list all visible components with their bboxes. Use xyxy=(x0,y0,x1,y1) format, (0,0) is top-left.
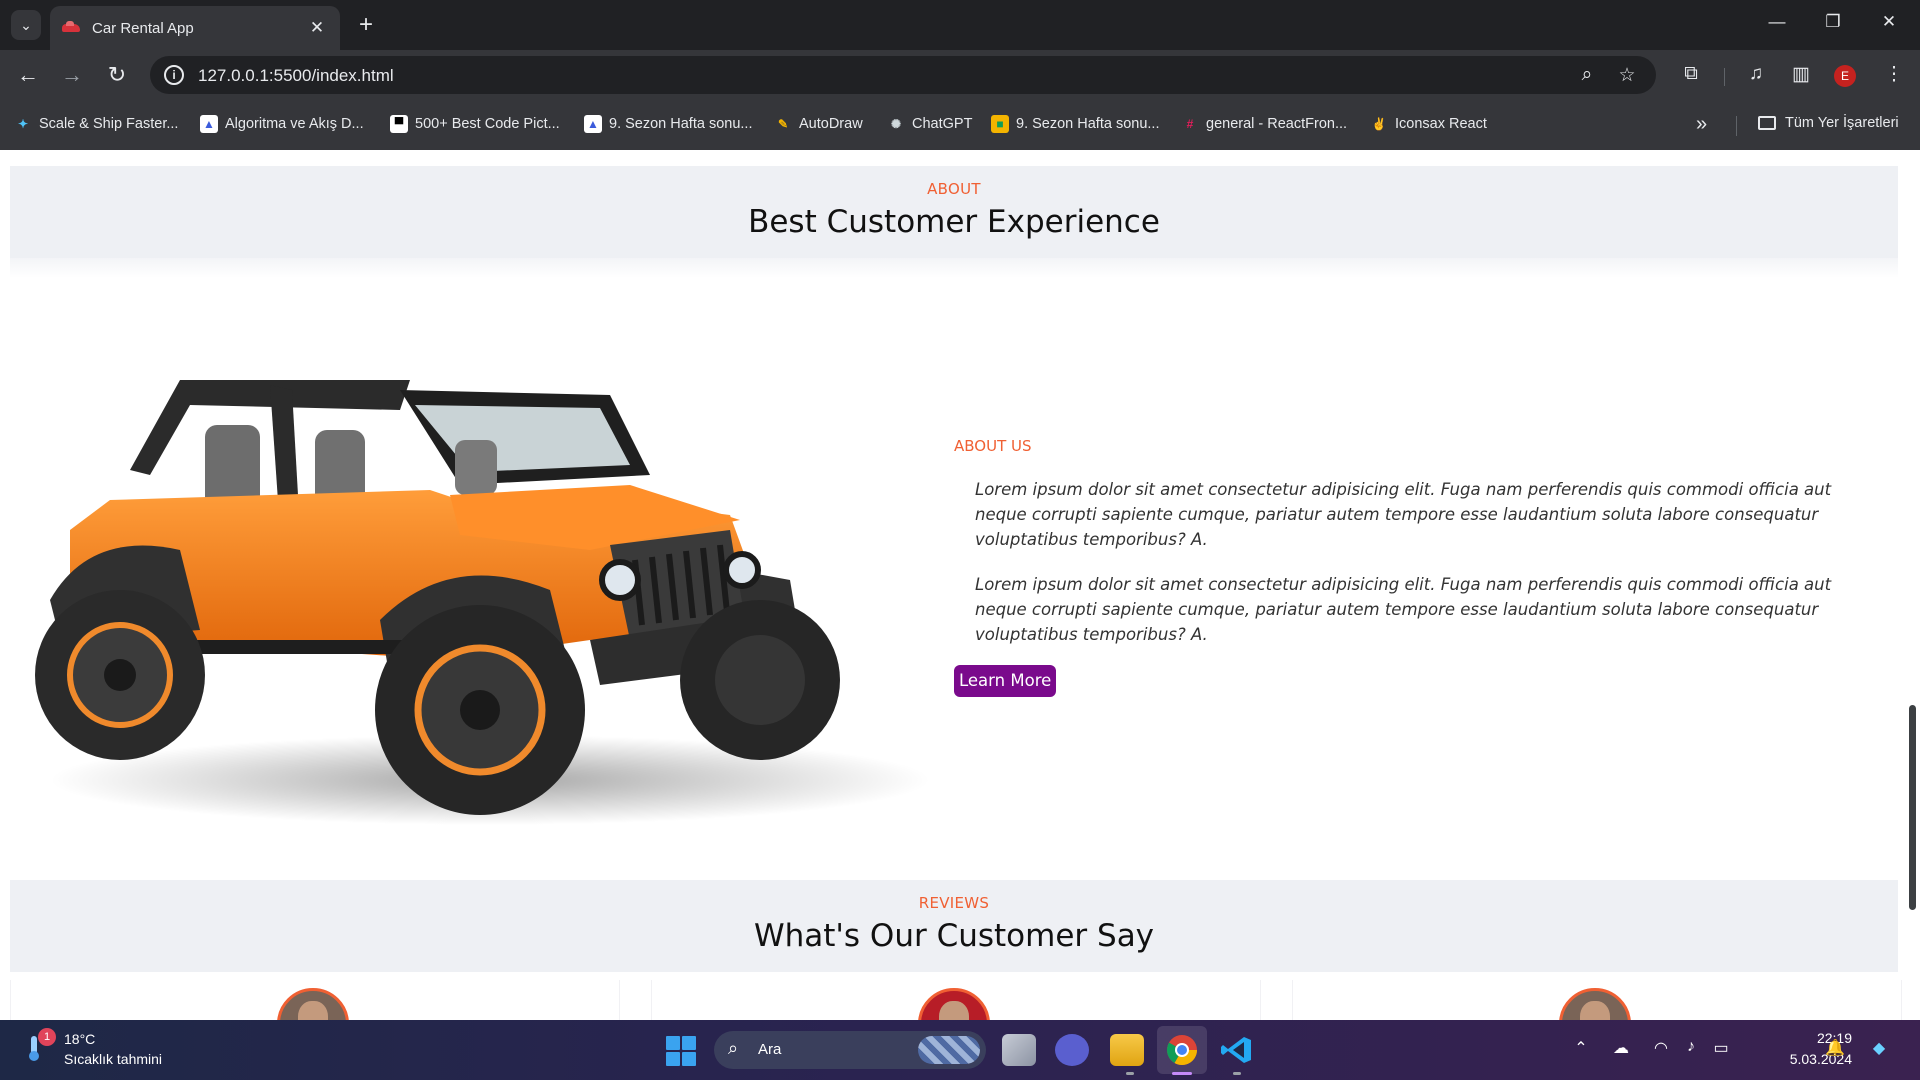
sparkle-icon: ✦ xyxy=(17,117,29,131)
bookmark-item[interactable]: ▀ 500+ Best Code Pict... xyxy=(390,115,560,133)
weather-temperature[interactable]: 18°C xyxy=(64,1031,95,1047)
about-us-kicker: ABOUT US xyxy=(954,437,1032,455)
bookmark-item[interactable]: # general - ReactFron... xyxy=(1181,115,1347,133)
chevron-down-icon: ⌄ xyxy=(20,16,32,33)
bookmark-item[interactable]: ✌ Iconsax React xyxy=(1370,115,1487,133)
bookmarks-bar: ✦ Scale & Ship Faster... ▲ Algoritma ve … xyxy=(0,100,1920,150)
zoom-icon[interactable]: ⌕ xyxy=(1574,64,1600,86)
battery-icon[interactable]: ▭ xyxy=(1710,1038,1732,1058)
page-viewport: ABOUT Best Customer Experience ABOUT US … xyxy=(0,150,1920,1020)
side-panel-icon[interactable]: ▥ xyxy=(1787,63,1815,86)
tab-search-button[interactable]: ⌄ xyxy=(11,10,41,40)
volume-icon[interactable]: ♪ xyxy=(1680,1038,1702,1056)
address-bar[interactable]: i 127.0.0.1:5500/index.html ⌕ ☆ xyxy=(150,56,1656,94)
menu-kebab-icon[interactable]: ⋮ xyxy=(1880,63,1908,86)
doc-icon: ▲ xyxy=(584,115,602,133)
start-button[interactable] xyxy=(666,1036,696,1066)
bookmark-item[interactable]: ▲ 9. Sezon Hafta sonu... xyxy=(584,115,752,133)
active-indicator xyxy=(1172,1072,1192,1075)
reload-button[interactable]: ↻ xyxy=(102,62,132,90)
scrollbar-thumb[interactable] xyxy=(1909,705,1916,910)
bookmark-item[interactable]: ✦ Scale & Ship Faster... xyxy=(14,115,178,133)
search-highlight-image xyxy=(918,1036,980,1064)
reviews-section-header: REVIEWS What's Our Customer Say xyxy=(10,880,1898,972)
forward-button[interactable]: → xyxy=(57,62,87,90)
url-text[interactable]: 127.0.0.1:5500/index.html xyxy=(198,66,394,86)
site-info-icon[interactable]: i xyxy=(164,65,184,85)
doc-icon: ▲ xyxy=(200,115,218,133)
chrome-icon[interactable] xyxy=(1165,1034,1199,1066)
section-kicker: ABOUT xyxy=(927,180,981,198)
browser-toolbar: ← → ↻ i 127.0.0.1:5500/index.html ⌕ ☆ ⧉ … xyxy=(0,50,1920,100)
about-paragraph-1: Lorem ipsum dolor sit amet consectetur a… xyxy=(975,480,1832,549)
bookmark-item[interactable]: ✺ ChatGPT xyxy=(887,115,972,133)
victory-hand-icon: ✌ xyxy=(1371,117,1387,131)
teams-chat-icon[interactable] xyxy=(1055,1034,1089,1066)
file-explorer-icon[interactable] xyxy=(1110,1034,1144,1066)
chatgpt-icon: ✺ xyxy=(890,117,902,131)
copilot-icon[interactable]: ◆ xyxy=(1868,1038,1890,1058)
task-view-icon[interactable] xyxy=(1002,1034,1036,1066)
running-indicator xyxy=(1126,1072,1134,1075)
classroom-icon: ■ xyxy=(991,115,1009,133)
bookmarks-divider xyxy=(1736,116,1737,136)
back-button[interactable]: ← xyxy=(13,62,43,90)
notifications-bell-icon[interactable]: 🔔 xyxy=(1824,1038,1846,1058)
header-shadow xyxy=(10,258,1898,278)
bookmark-item[interactable]: ▲ Algoritma ve Akış D... xyxy=(200,115,364,133)
car-image xyxy=(30,300,940,840)
search-placeholder: Ara xyxy=(758,1041,782,1058)
toolbar-divider xyxy=(1724,68,1725,86)
section-title: What's Our Customer Say xyxy=(753,918,1155,954)
search-icon: ⌕ xyxy=(728,1038,739,1058)
page-scrollbar[interactable] xyxy=(1904,150,1920,1020)
media-controls-icon[interactable]: ♫ xyxy=(1742,63,1770,85)
folder-icon xyxy=(1758,116,1776,130)
minimize-button[interactable]: — xyxy=(1762,12,1792,32)
tab-title: Car Rental App xyxy=(92,19,194,37)
profile-avatar[interactable]: E xyxy=(1834,65,1856,87)
about-section-header: ABOUT Best Customer Experience xyxy=(10,166,1898,258)
running-indicator xyxy=(1233,1072,1241,1075)
bookmark-item[interactable]: ■ 9. Sezon Hafta sonu... xyxy=(991,115,1159,133)
windows-logo-icon xyxy=(666,1036,680,1050)
all-bookmarks-folder[interactable]: Tüm Yer İşaretleri xyxy=(1758,115,1899,131)
bookmark-item[interactable]: ✎ AutoDraw xyxy=(774,115,863,133)
notification-badge: 1 xyxy=(38,1028,56,1046)
wifi-icon[interactable]: ◠ xyxy=(1650,1038,1672,1058)
about-paragraph-2: Lorem ipsum dolor sit amet consectetur a… xyxy=(975,575,1832,644)
tab-car-rental[interactable]: Car Rental App ✕ xyxy=(50,6,340,50)
tab-close-icon[interactable]: ✕ xyxy=(306,18,328,38)
jeep-illustration xyxy=(35,380,930,825)
windows-taskbar: 1 18°C Sıcaklık tahmini ⌕ Ara ⌃ ☁ ◠ ♪ ▭ … xyxy=(0,1020,1920,1080)
vscode-icon[interactable] xyxy=(1220,1034,1254,1066)
slack-icon: # xyxy=(1186,117,1194,131)
close-window-button[interactable]: ✕ xyxy=(1874,12,1904,32)
weather-description[interactable]: Sıcaklık tahmini xyxy=(64,1051,162,1067)
section-title: Best Customer Experience xyxy=(748,204,1160,240)
restore-button[interactable]: ❐ xyxy=(1818,12,1848,32)
learn-more-button[interactable]: Learn More xyxy=(954,665,1057,697)
bookmarks-overflow-icon[interactable]: » xyxy=(1696,113,1707,136)
pen-icon: ✎ xyxy=(777,117,789,131)
section-kicker: REVIEWS xyxy=(918,894,990,912)
car-favicon-icon xyxy=(62,21,80,35)
new-tab-button[interactable]: + xyxy=(352,11,380,39)
tab-strip: ⌄ Car Rental App ✕ + — ❐ ✕ xyxy=(0,0,1920,50)
code-icon: ▀ xyxy=(390,115,408,133)
extensions-icon[interactable]: ⧉ xyxy=(1677,63,1705,85)
bookmark-star-icon[interactable]: ☆ xyxy=(1614,64,1640,87)
tray-overflow-icon[interactable]: ⌃ xyxy=(1570,1038,1592,1058)
onedrive-cloud-icon[interactable]: ☁ xyxy=(1610,1038,1632,1058)
taskbar-search[interactable]: ⌕ Ara xyxy=(714,1031,986,1069)
